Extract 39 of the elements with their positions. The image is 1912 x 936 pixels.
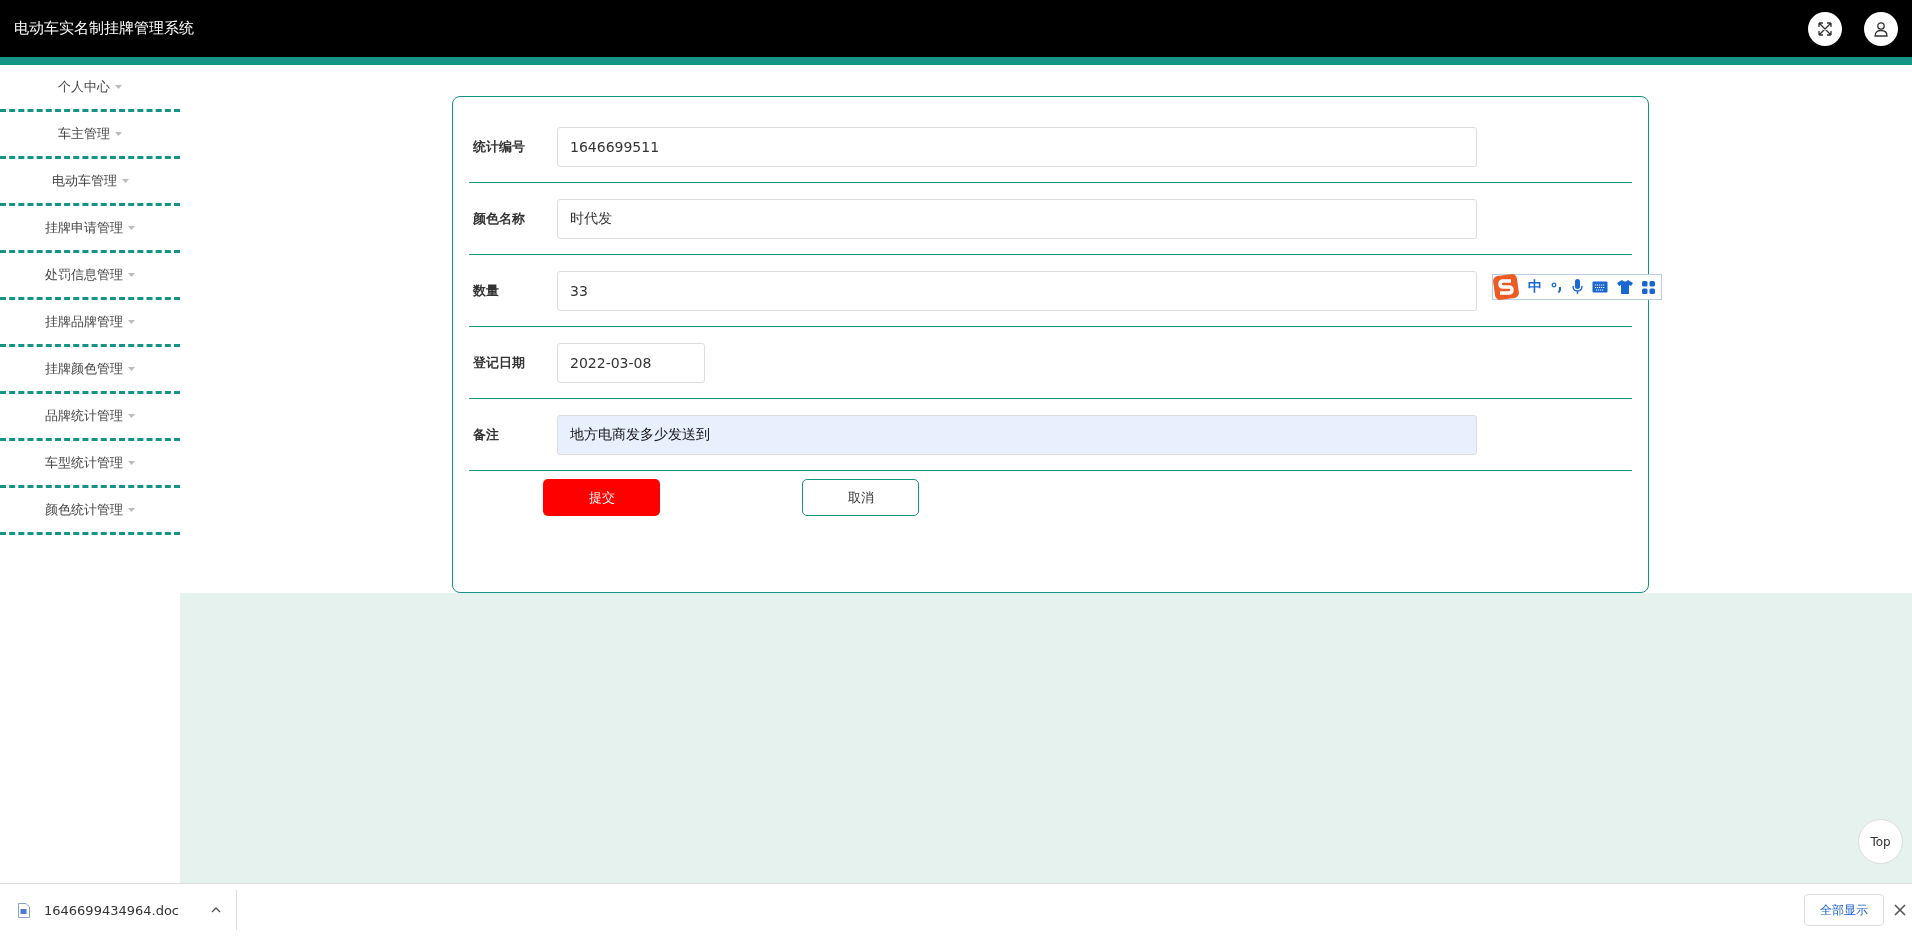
field-label: 登记日期	[472, 353, 526, 372]
download-filename[interactable]: 1646699434964.doc	[44, 902, 179, 918]
app-title: 电动车实名制挂牌管理系统	[14, 19, 195, 38]
back-to-top-button[interactable]: Top	[1858, 819, 1903, 864]
caret-icon	[128, 414, 135, 418]
caret-icon	[128, 461, 135, 465]
field-label: 颜色名称	[472, 209, 526, 228]
input-field[interactable]: 2022-03-08	[557, 342, 705, 383]
fullscreen-button[interactable]	[1808, 11, 1842, 46]
caret-icon	[128, 320, 135, 324]
caret-icon	[121, 179, 129, 183]
user-button[interactable]	[1864, 11, 1898, 46]
input-field[interactable]: 33	[557, 270, 1477, 311]
input-field[interactable]: 1646699511	[557, 126, 1477, 167]
keyboard-icon[interactable]	[1592, 281, 1608, 293]
submit-button[interactable]: 提交	[543, 479, 660, 516]
cancel-button[interactable]: 取消	[802, 479, 919, 516]
caret-icon	[115, 132, 122, 136]
caret-icon	[115, 85, 122, 89]
ime-mode[interactable]: 中	[1528, 278, 1542, 296]
caret-icon	[128, 508, 135, 512]
field-label: 数量	[472, 281, 500, 300]
expand-icon	[1817, 20, 1833, 37]
document-icon	[18, 902, 30, 918]
user-icon	[1873, 20, 1889, 37]
field-label: 统计编号	[472, 137, 526, 156]
chevron-up-icon[interactable]	[211, 907, 221, 913]
caret-icon	[128, 273, 135, 277]
caret-icon	[128, 367, 135, 371]
caret-icon	[128, 226, 135, 230]
show-all-button[interactable]: 全部显示	[1804, 894, 1884, 926]
input-field[interactable]: 地方电商发多少发送到	[557, 414, 1477, 455]
grid-icon[interactable]	[1642, 280, 1655, 294]
field-label: 备注	[472, 425, 500, 444]
microphone-icon[interactable]	[1572, 279, 1583, 295]
close-icon	[1894, 903, 1906, 916]
shirt-icon[interactable]	[1617, 280, 1633, 294]
punctuation-icon[interactable]	[1551, 280, 1563, 294]
input-field[interactable]: 时代发	[557, 198, 1477, 239]
